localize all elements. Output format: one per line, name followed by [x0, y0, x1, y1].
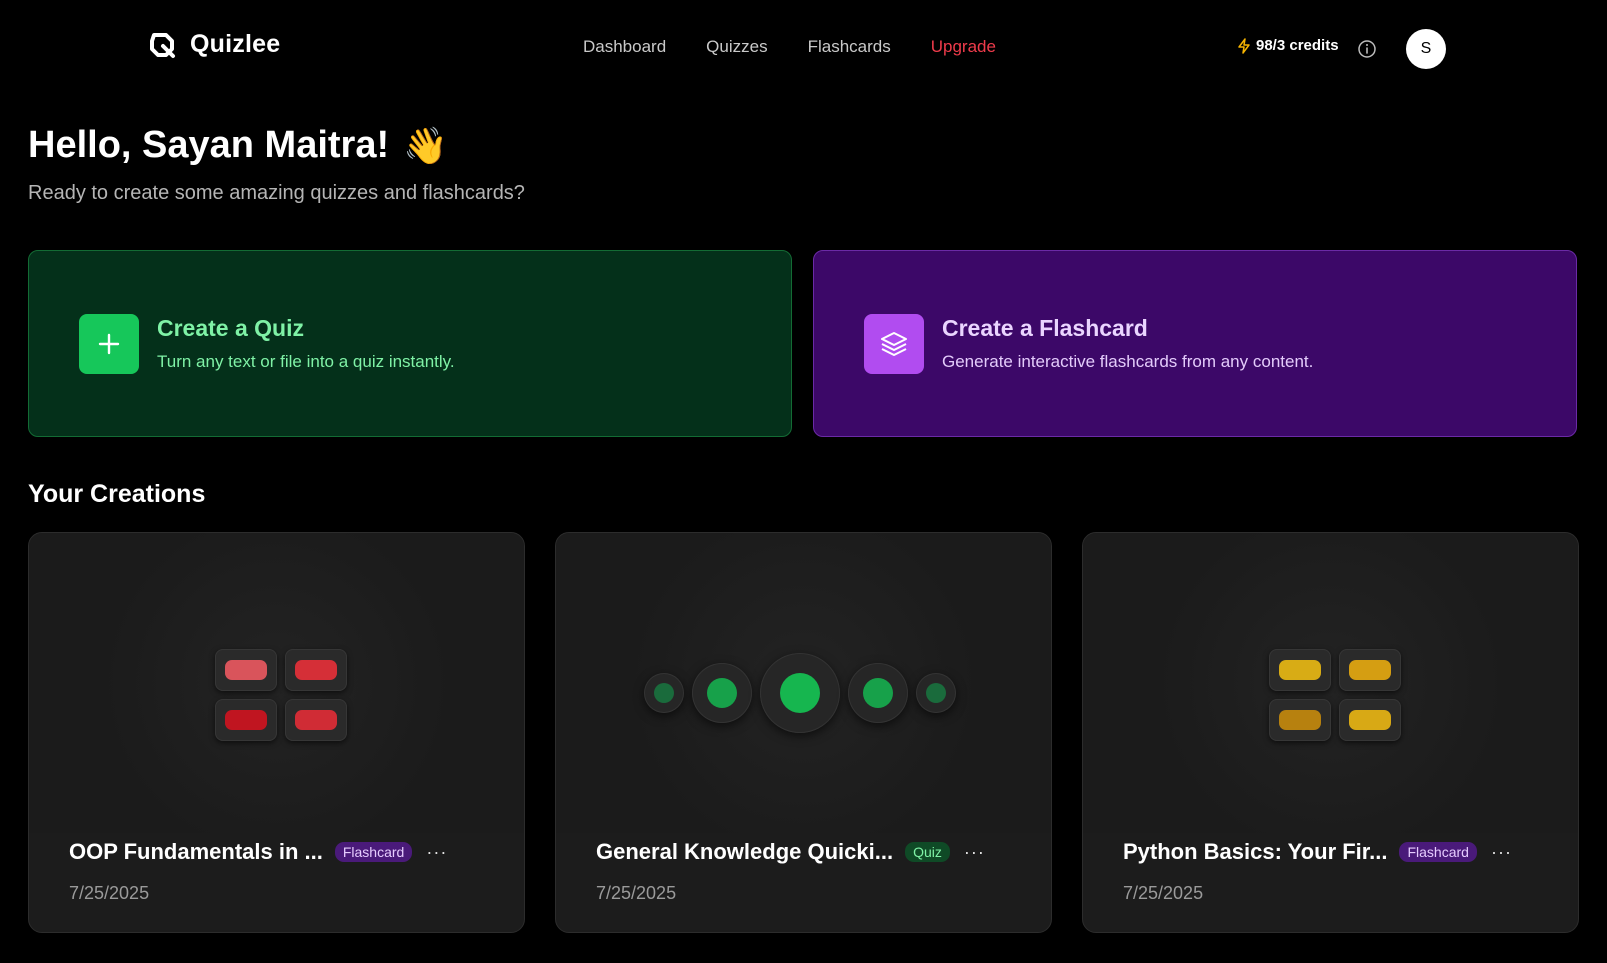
create-quiz-title: Create a Quiz: [157, 315, 304, 341]
creation-card[interactable]: General Knowledge Quicki... Quiz ··· 7/2…: [555, 532, 1052, 933]
nav-flashcards[interactable]: Flashcards: [808, 37, 891, 57]
flashcard-tile: [285, 649, 347, 691]
flashcard-preview: [1083, 533, 1578, 833]
flashcard-grid-icon: [215, 649, 347, 741]
layers-icon: [864, 313, 924, 374]
flashcard-pill: [225, 660, 267, 680]
card-date: 7/25/2025: [69, 883, 150, 903]
bolt-icon: [1238, 37, 1250, 54]
section-title-creations: Your Creations: [28, 480, 206, 508]
greeting: Hello, Sayan Maitra! 👋: [28, 124, 448, 167]
type-badge: Flashcard: [1399, 842, 1477, 862]
quiz-dots-icon: [644, 653, 964, 733]
more-options-icon[interactable]: ···: [964, 842, 985, 863]
flashcard-tile: [1339, 649, 1401, 691]
flashcard-tile: [1339, 699, 1401, 741]
nav-dashboard[interactable]: Dashboard: [583, 37, 666, 57]
dashboard-page: Quizlee Dashboard Quizzes Flashcards Upg…: [0, 0, 1607, 963]
create-flashcard-title: Create a Flashcard: [942, 315, 1148, 341]
quiz-dot: [760, 653, 840, 733]
flashcard-tile: [215, 699, 277, 741]
quiz-preview: [556, 533, 1051, 833]
quiz-dot: [692, 663, 752, 723]
card-title: Python Basics: Your Fir...: [1123, 839, 1388, 864]
flashcard-pill: [1349, 660, 1391, 680]
quizlee-logo-icon: [150, 32, 175, 58]
more-options-icon[interactable]: ···: [1491, 842, 1512, 863]
type-badge: Flashcard: [334, 842, 413, 862]
card-footer: General Knowledge Quicki... Quiz ··· 7/2…: [596, 839, 1016, 904]
wave-icon: 👋: [403, 124, 448, 166]
quiz-dot: [916, 673, 956, 713]
create-quiz-text: Create a Quiz Turn any text or file into…: [157, 315, 455, 372]
flashcard-pill: [1279, 660, 1321, 680]
brand-name: Quizlee: [190, 30, 281, 58]
creation-card[interactable]: OOP Fundamentals in ... Flashcard ··· 7/…: [28, 532, 525, 933]
brand[interactable]: Quizlee: [148, 30, 280, 59]
page-subtitle: Ready to create some amazing quizzes and…: [28, 182, 525, 204]
create-flashcard-description: Generate interactive flashcards from any…: [942, 352, 1314, 371]
card-date: 7/25/2025: [596, 883, 677, 903]
card-footer: Python Basics: Your Fir... Flashcard ···…: [1123, 839, 1543, 904]
flashcard-pill: [225, 710, 267, 730]
creation-card[interactable]: Python Basics: Your Fir... Flashcard ···…: [1082, 532, 1579, 933]
nav-upgrade[interactable]: Upgrade: [931, 37, 996, 57]
flashcard-tile: [285, 699, 347, 741]
info-icon[interactable]: [1357, 39, 1377, 59]
create-flashcard-card[interactable]: Create a Flashcard Generate interactive …: [813, 250, 1577, 437]
page-title: Hello, Sayan Maitra!: [28, 124, 390, 166]
avatar[interactable]: S: [1406, 29, 1446, 69]
create-quiz-card[interactable]: Create a Quiz Turn any text or file into…: [28, 250, 792, 437]
create-flashcard-text: Create a Flashcard Generate interactive …: [942, 315, 1313, 372]
flashcard-pill: [295, 660, 337, 680]
card-title-row: Python Basics: Your Fir... Flashcard ···: [1123, 839, 1543, 865]
plus-icon: [79, 313, 139, 374]
card-footer: OOP Fundamentals in ... Flashcard ··· 7/…: [69, 839, 489, 904]
quiz-dot: [848, 663, 908, 723]
credits-indicator: 98/3 credits: [1236, 37, 1339, 54]
flashcard-tile: [215, 649, 277, 691]
more-options-icon[interactable]: ···: [426, 842, 447, 863]
card-title-row: General Knowledge Quicki... Quiz ···: [596, 839, 1016, 865]
top-nav: Quizlee Dashboard Quizzes Flashcards Upg…: [0, 0, 1607, 96]
type-badge: Quiz: [905, 842, 950, 862]
nav-quizzes[interactable]: Quizzes: [706, 37, 767, 57]
card-title: OOP Fundamentals in ...: [69, 839, 323, 864]
flashcard-pill: [1279, 710, 1321, 730]
avatar-initial: S: [1420, 40, 1432, 57]
flashcard-grid-icon: [1269, 649, 1401, 741]
create-quiz-description: Turn any text or file into a quiz instan…: [157, 352, 455, 371]
flashcard-tile: [1269, 649, 1331, 691]
quiz-dot: [644, 673, 684, 713]
flashcard-tile: [1269, 699, 1331, 741]
credits-label: 98/3 credits: [1256, 37, 1339, 54]
card-title-row: OOP Fundamentals in ... Flashcard ···: [69, 839, 489, 865]
card-title: General Knowledge Quicki...: [596, 839, 894, 864]
flashcard-preview: [29, 533, 524, 833]
main-nav: Dashboard Quizzes Flashcards Upgrade: [583, 37, 996, 57]
flashcard-pill: [1349, 710, 1391, 730]
card-date: 7/25/2025: [1123, 883, 1204, 903]
flashcard-pill: [295, 710, 337, 730]
